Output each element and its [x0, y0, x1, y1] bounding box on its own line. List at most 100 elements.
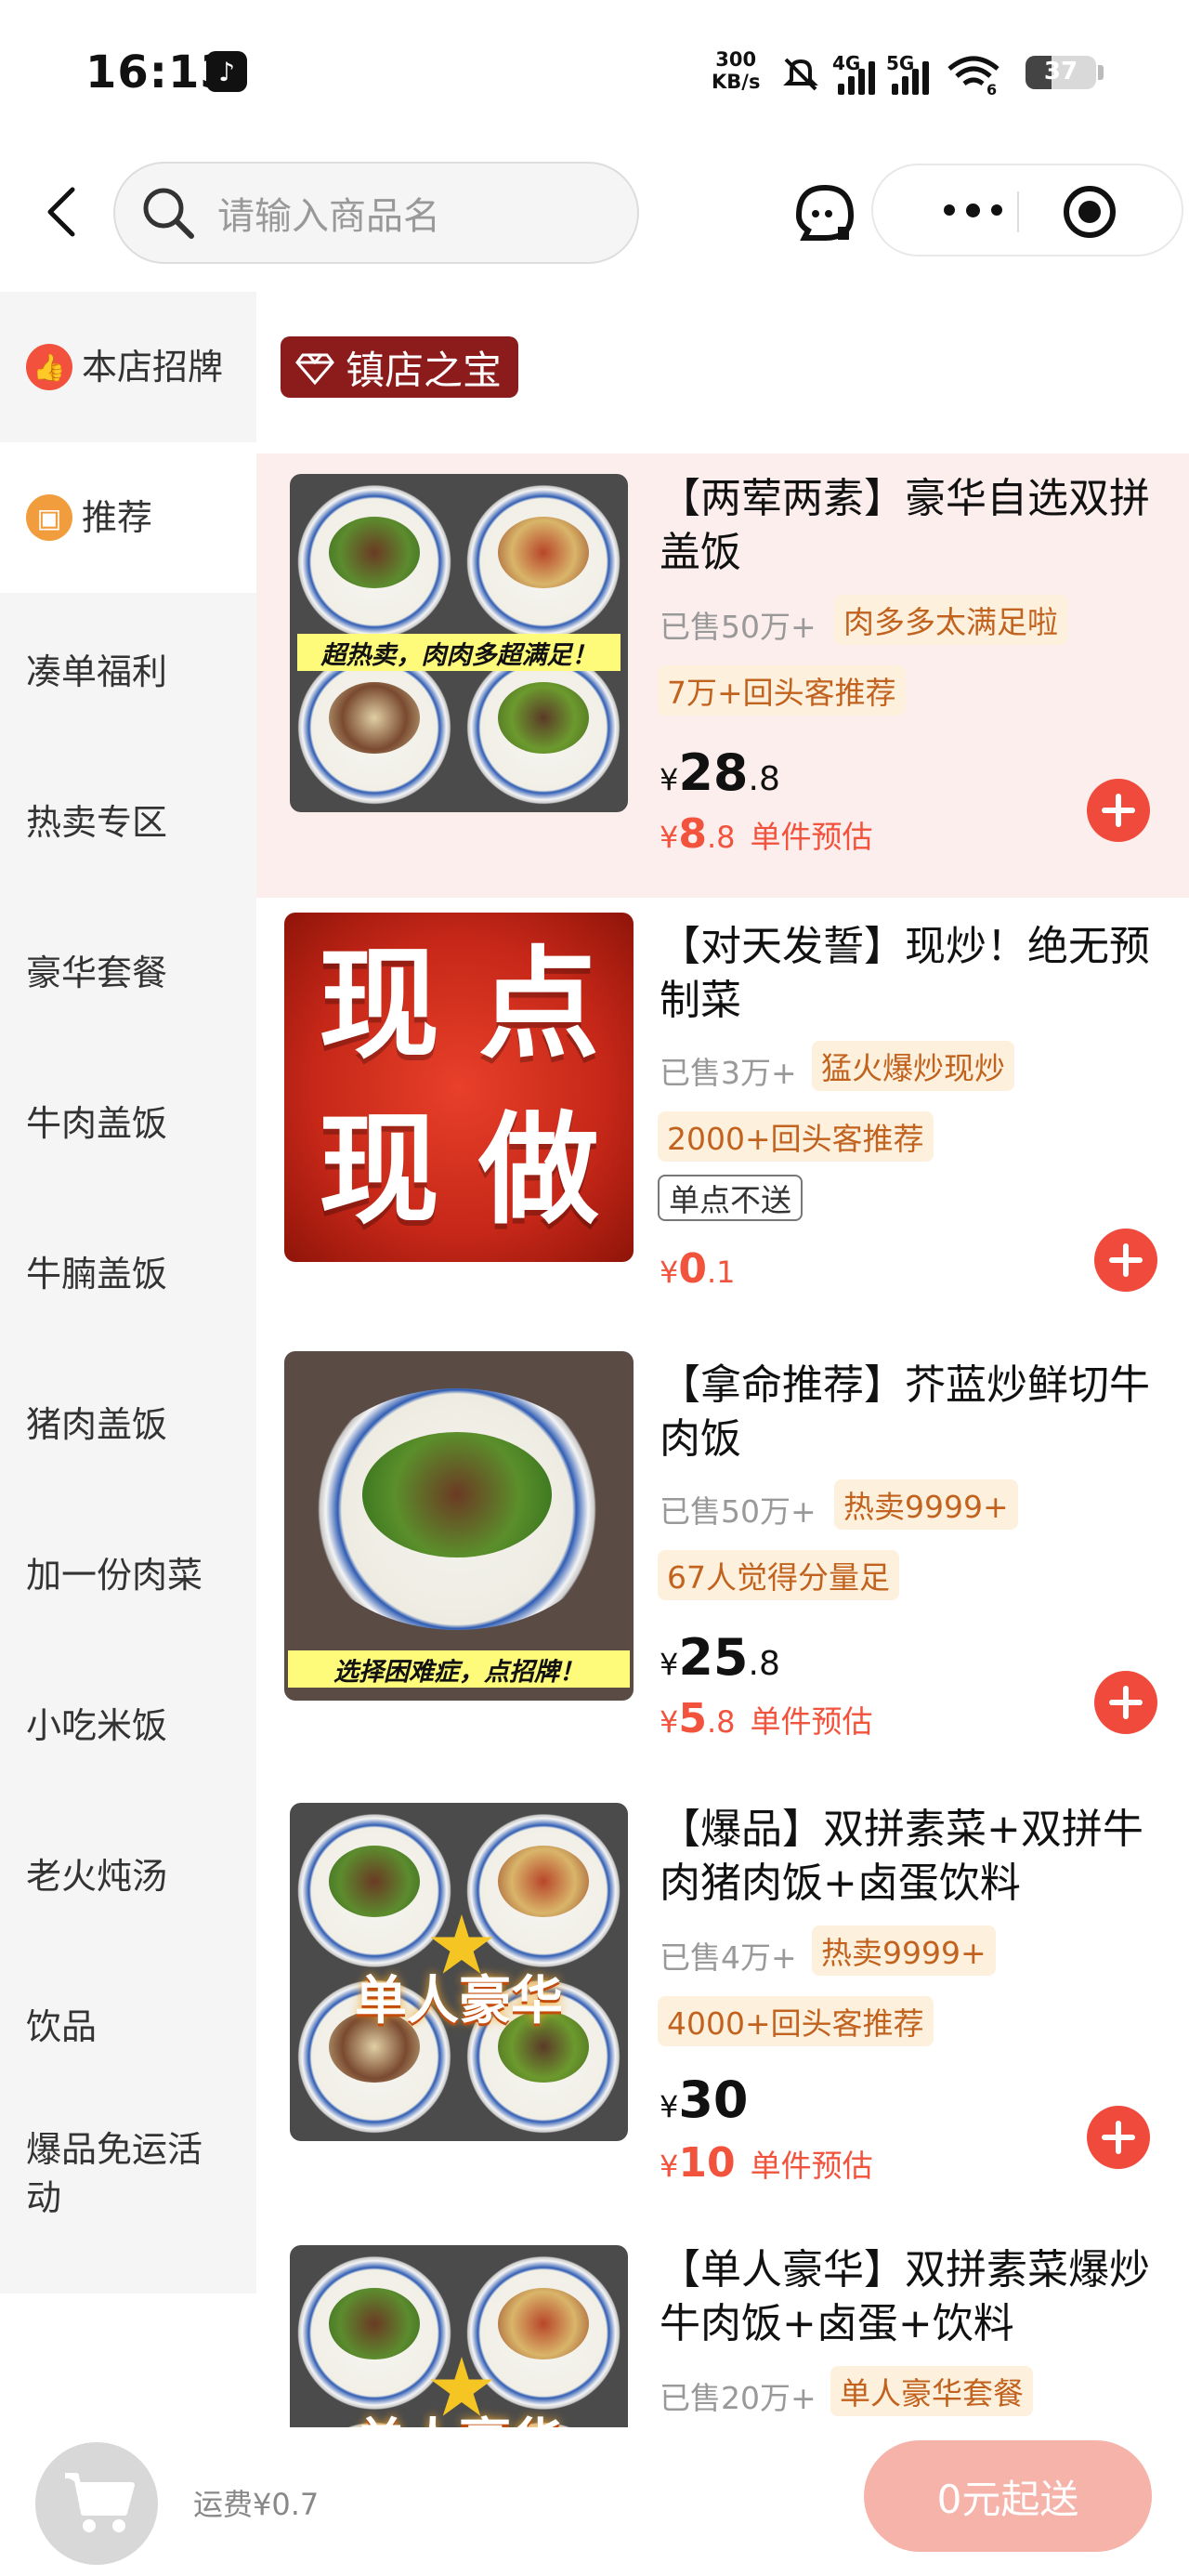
price-integer: 30 — [678, 2070, 749, 2129]
signal-5g-icon: 5G — [886, 52, 929, 95]
delivery-fee: 运费¥0.7 — [193, 2487, 320, 2522]
sidebar-item-drinks[interactable]: 饮品 — [0, 1948, 256, 2098]
product-tag: 热卖9999+ — [834, 1479, 1018, 1530]
mini-program-capsule — [871, 164, 1183, 256]
price-symbol: ¥ — [660, 762, 679, 797]
customer-service-icon[interactable] — [788, 178, 862, 249]
product-image[interactable]: 现 点 现 做 — [284, 913, 634, 1262]
est-integer: 10 — [678, 2139, 736, 2187]
sidebar-item-signature[interactable]: 👍 本店招牌 — [0, 292, 256, 442]
product-tag: 67人觉得分量足 — [658, 1550, 899, 1600]
product-title: 【拿命推荐】芥蓝炒鲜切牛肉饭 — [660, 1361, 1150, 1463]
section-title: 镇店之宝 — [346, 347, 503, 393]
product-tag: 单人豪华套餐 — [830, 2366, 1033, 2416]
diamond-icon — [295, 353, 334, 386]
product-image[interactable]: 单人豪华 — [290, 2245, 628, 2427]
add-to-cart-button[interactable] — [1087, 2106, 1150, 2169]
est-symbol: ¥ — [660, 1704, 679, 1740]
cart-button[interactable] — [35, 2442, 158, 2565]
more-options-icon[interactable] — [910, 165, 1035, 255]
est-integer: 5 — [678, 1695, 707, 1742]
price-decimal: .8 — [748, 1645, 780, 1683]
product-price: ¥28.8 — [660, 743, 780, 802]
search-input[interactable]: 请输入商品名 — [113, 162, 639, 264]
product-tag: 热卖9999+ — [812, 1925, 996, 1976]
sidebar-item-label: 饮品 — [26, 2005, 98, 2047]
product-image[interactable]: 超热卖，肉肉多超满足！ — [290, 474, 628, 812]
signal-5g-label: 5G — [886, 52, 915, 74]
est-symbol: ¥ — [660, 820, 679, 855]
search-icon — [143, 188, 194, 239]
product-title: 【对天发誓】现炒！绝无预制菜 — [660, 923, 1150, 1024]
price-integer: 25 — [678, 1628, 749, 1687]
back-arrow-icon[interactable] — [37, 184, 93, 240]
capsule-divider — [1017, 191, 1019, 232]
net-speed-unit: KB/s — [712, 71, 761, 93]
product-image[interactable]: 单人豪华 — [290, 1803, 628, 2141]
image-banner-text: 超热卖，肉肉多超满足！ — [297, 634, 621, 671]
sidebar-item-label: 加一份肉菜 — [26, 1554, 203, 1596]
sidebar-item-bundle-deals[interactable]: 凑单福利 — [0, 593, 256, 743]
product-title: 【爆品】双拼素菜+双拼牛肉猪肉饭+卤蛋饮料 — [660, 1806, 1143, 1907]
est-decimal: .8 — [706, 1704, 736, 1740]
status-bar: 16:13 ♪ 300 KB/s 4G 5G 6 37 — [0, 0, 1189, 149]
product-tag: 猛火爆炒现炒 — [812, 1041, 1014, 1091]
sidebar-item-snacks-rice[interactable]: 小吃米饭 — [0, 1647, 256, 1797]
sidebar-item-deluxe-set[interactable]: 豪华套餐 — [0, 894, 256, 1045]
sidebar-item-pork-rice[interactable]: 猪肉盖饭 — [0, 1346, 256, 1496]
mute-icon — [783, 58, 818, 91]
sidebar-item-soup[interactable]: 老火炖汤 — [0, 1797, 256, 1948]
sold-count: 已售3万+ — [660, 1055, 797, 1091]
est-label: 单件预估 — [750, 819, 873, 855]
price-integer: 28 — [678, 743, 749, 802]
sidebar-item-label: 猪肉盖饭 — [26, 1403, 168, 1445]
thumbs-up-icon: 👍 — [26, 344, 72, 390]
min-order-button[interactable]: 0元起送 — [864, 2440, 1152, 2552]
estimated-price: ¥8.8 单件预估 — [660, 810, 873, 858]
sidebar-item-label: 凑单福利 — [26, 651, 168, 692]
sidebar-item-free-delivery[interactable]: 爆品免运活动 — [0, 2098, 256, 2249]
page: 16:13 ♪ 300 KB/s 4G 5G 6 37 请输入商品名 👍 本店招… — [0, 0, 1189, 2576]
sidebar-item-label: 豪华套餐 — [26, 952, 168, 993]
price-symbol: ¥ — [660, 2089, 679, 2124]
sidebar-item-label: 老火炖汤 — [26, 1855, 168, 1897]
product-tag: 4000+回头客推荐 — [658, 1996, 934, 2046]
close-miniprogram-icon[interactable] — [1064, 186, 1116, 238]
sidebar-item-recommend[interactable]: ▣ 推荐 — [0, 442, 256, 593]
tiktok-icon: ♪ — [206, 51, 247, 92]
estimated-price: ¥0.1 — [660, 1245, 736, 1293]
image-char: 点 — [477, 934, 599, 1075]
sidebar-item-label: 本店招牌 — [82, 347, 224, 388]
add-to-cart-button[interactable] — [1094, 1229, 1157, 1292]
battery-cap — [1098, 65, 1104, 80]
category-sidebar: 👍 本店招牌 ▣ 推荐 凑单福利 热卖专区 豪华套餐 牛肉盖饭 牛腩盖饭 猪肉盖… — [0, 292, 256, 2293]
add-to-cart-button[interactable] — [1087, 779, 1150, 842]
image-char: 现 — [318, 934, 439, 1075]
sidebar-item-hot-sale[interactable]: 热卖专区 — [0, 743, 256, 894]
section-badge: 镇店之宝 — [281, 336, 519, 398]
sidebar-item-label: 牛肉盖饭 — [26, 1102, 168, 1144]
status-icons: 4G 5G 6 — [767, 48, 1001, 95]
add-to-cart-button[interactable] — [1094, 1671, 1157, 1734]
image-text: 单人豪华 — [290, 2401, 628, 2427]
battery-level: 37 — [1043, 58, 1078, 85]
sold-count: 已售50万+ — [660, 1493, 817, 1530]
est-decimal: .1 — [706, 1255, 736, 1290]
signal-4g-label: 4G — [832, 52, 861, 74]
image-char: 做 — [477, 1099, 599, 1241]
network-speed: 300 KB/s — [712, 48, 760, 93]
sold-count: 已售4万+ — [660, 1939, 797, 1976]
sidebar-item-beef-rice[interactable]: 牛肉盖饭 — [0, 1045, 256, 1195]
product-title: 【单人豪华】双拼素菜爆炒牛肉饭+卤蛋+饮料 — [660, 2246, 1150, 2347]
bottom-cart-bar: 运费¥0.7 0元起送 — [0, 2427, 1189, 2576]
product-tag: 7万+回头客推荐 — [658, 665, 906, 716]
sidebar-item-extra-meat[interactable]: 加一份肉菜 — [0, 1496, 256, 1647]
price-symbol: ¥ — [660, 1647, 679, 1682]
sidebar-item-label: 热卖专区 — [26, 801, 168, 843]
search-placeholder: 请输入商品名 — [217, 195, 440, 238]
sidebar-item-brisket-rice[interactable]: 牛腩盖饭 — [0, 1195, 256, 1346]
est-label: 单件预估 — [750, 2148, 873, 2184]
product-image[interactable]: 选择困难症，点招牌！ — [284, 1351, 634, 1701]
signal-4g-icon: 4G — [832, 52, 875, 95]
image-text: 单人豪华 — [355, 1971, 563, 2031]
